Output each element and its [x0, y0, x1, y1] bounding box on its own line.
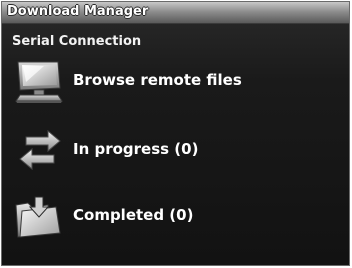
computer-monitor-icon	[14, 60, 66, 104]
folder-download-icon	[14, 195, 66, 239]
window-title: Download Manager	[7, 4, 149, 19]
download-manager-screen: Download Manager Serial Connection Brows…	[1, 1, 350, 266]
menu-item-label: Browse remote files	[73, 71, 242, 89]
menu-item-label: In progress (0)	[73, 140, 199, 158]
menu-item-in-progress[interactable]: In progress (0)	[2, 123, 349, 175]
title-bar: Download Manager	[2, 2, 349, 24]
transfer-arrows-icon	[14, 129, 66, 173]
connection-heading: Serial Connection	[12, 34, 142, 49]
menu-item-browse-remote-files[interactable]: Browse remote files	[2, 54, 349, 106]
menu-item-completed[interactable]: Completed (0)	[2, 189, 349, 241]
menu-item-label: Completed (0)	[73, 206, 194, 224]
